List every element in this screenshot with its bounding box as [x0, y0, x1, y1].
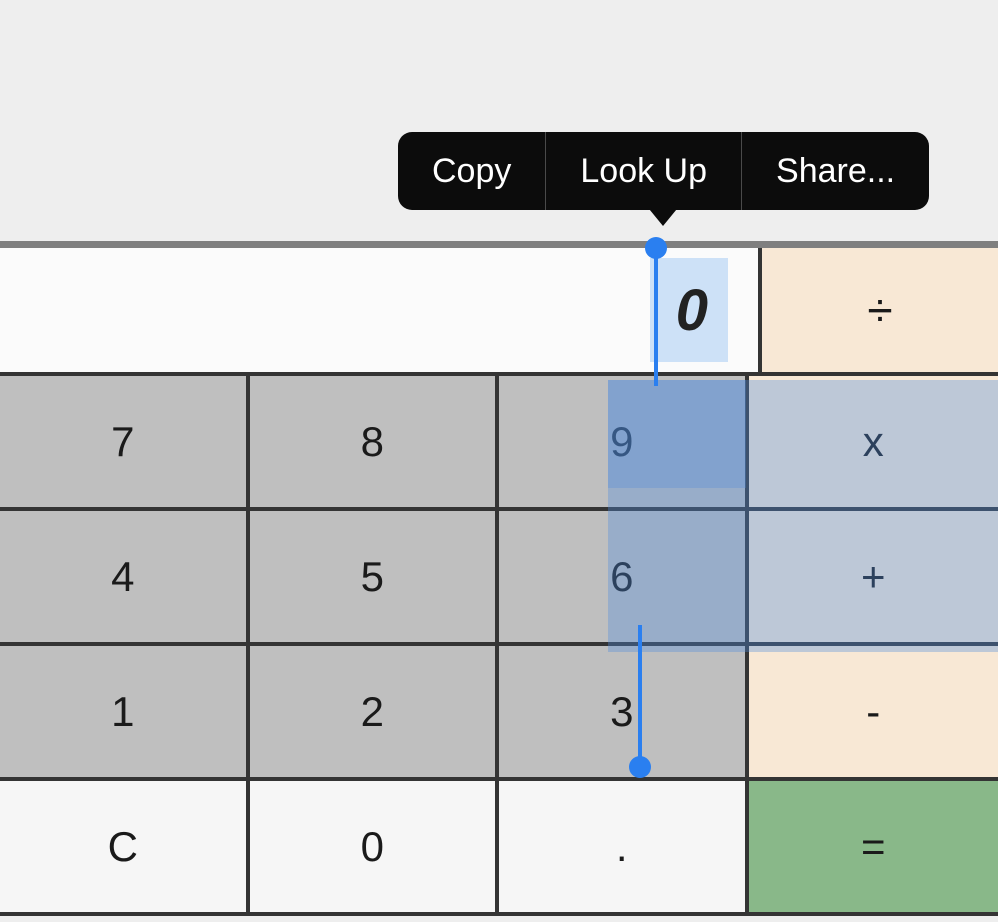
selection-handle-dot-top[interactable]	[645, 237, 667, 259]
selection-handle-line-top[interactable]	[654, 246, 658, 386]
keypad: 7 8 9 x 4 5 6 + 1 2 3 - C 0 . =	[0, 376, 998, 916]
multiply-button[interactable]: x	[749, 376, 998, 511]
context-menu-arrow-icon	[645, 204, 681, 226]
plus-button[interactable]: +	[749, 511, 998, 646]
key-6[interactable]: 6	[499, 511, 749, 646]
decimal-button[interactable]: .	[499, 781, 749, 916]
clear-button[interactable]: C	[0, 781, 250, 916]
key-7[interactable]: 7	[0, 376, 250, 511]
minus-button[interactable]: -	[749, 646, 998, 781]
context-menu: Copy Look Up Share...	[398, 132, 929, 210]
top-area	[0, 0, 998, 248]
key-2[interactable]: 2	[250, 646, 500, 781]
key-8[interactable]: 8	[250, 376, 500, 511]
context-menu-share[interactable]: Share...	[742, 132, 929, 210]
display-row: 0 ÷	[0, 248, 998, 376]
key-0[interactable]: 0	[250, 781, 500, 916]
key-9[interactable]: 9	[499, 376, 749, 511]
key-5[interactable]: 5	[250, 511, 500, 646]
selection-handle-line-bottom[interactable]	[638, 625, 642, 765]
key-3[interactable]: 3	[499, 646, 749, 781]
display-value: 0	[676, 277, 708, 344]
context-menu-copy[interactable]: Copy	[398, 132, 546, 210]
selection-handle-dot-bottom[interactable]	[629, 756, 651, 778]
calculator-display[interactable]: 0	[0, 248, 758, 372]
context-menu-lookup[interactable]: Look Up	[546, 132, 742, 210]
key-1[interactable]: 1	[0, 646, 250, 781]
equals-button[interactable]: =	[749, 781, 998, 916]
divide-button[interactable]: ÷	[758, 248, 998, 372]
key-4[interactable]: 4	[0, 511, 250, 646]
